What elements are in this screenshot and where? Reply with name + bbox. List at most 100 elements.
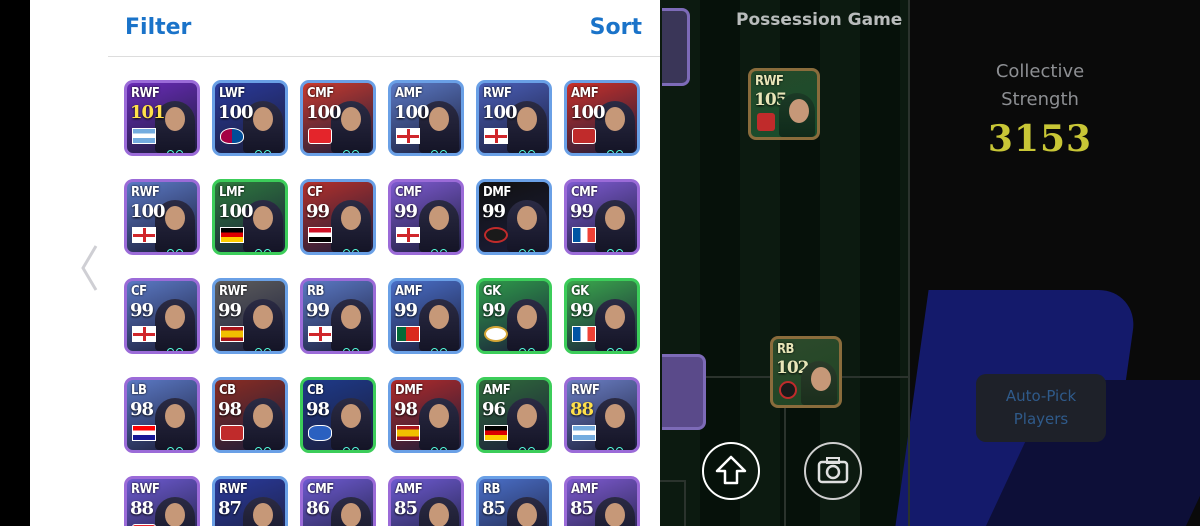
pitch-player-card-partial[interactable] xyxy=(662,8,690,86)
player-position: CF xyxy=(307,185,323,200)
player-card[interactable]: RWF 99 xyxy=(212,278,288,354)
player-card[interactable]: RWF 88 xyxy=(124,476,200,526)
club-badge-icon xyxy=(757,113,775,131)
card-status-icon xyxy=(431,340,457,351)
milan-badge-icon xyxy=(779,381,797,399)
player-card[interactable]: DMF 99 xyxy=(476,179,552,255)
player-card[interactable]: CMF 99 xyxy=(388,179,464,255)
player-card[interactable]: AMF 85 xyxy=(388,476,464,526)
player-portrait xyxy=(801,361,837,405)
player-card[interactable]: RB 85 xyxy=(476,476,552,526)
argentina-flag-icon xyxy=(572,425,596,441)
player-rating: 98 xyxy=(218,399,242,420)
spain-flag-icon xyxy=(220,326,244,342)
pitch-boundary-line xyxy=(908,0,910,526)
card-status-icon xyxy=(255,142,281,153)
auto-pick-players-button[interactable]: Auto-Pick Players xyxy=(976,374,1106,442)
england-flag-icon xyxy=(132,326,156,342)
player-card[interactable]: CF 99 xyxy=(124,278,200,354)
card-status-icon xyxy=(431,241,457,252)
player-card[interactable]: AMF 96 xyxy=(476,377,552,453)
player-position: CB xyxy=(307,383,324,398)
pitch-player-card-rb[interactable]: RB 102 xyxy=(770,336,842,408)
player-card[interactable]: LMF 100 xyxy=(212,179,288,255)
card-status-icon xyxy=(167,142,193,153)
player-rating: 85 xyxy=(394,498,418,519)
pitch-player-card-partial[interactable] xyxy=(662,354,706,430)
player-position: AMF xyxy=(395,284,423,299)
player-card[interactable]: LB 98 xyxy=(124,377,200,453)
player-portrait xyxy=(155,497,195,526)
filter-button[interactable]: Filter xyxy=(125,15,191,40)
player-card[interactable]: RWF 100 xyxy=(124,179,200,255)
player-position: RB xyxy=(307,284,324,299)
player-card[interactable]: LWF 100 xyxy=(212,80,288,156)
spain-flag-icon xyxy=(396,425,420,441)
chevron-left-icon[interactable] xyxy=(78,242,102,294)
barcelona-flag-icon xyxy=(220,128,244,144)
player-card[interactable]: CMF 86 xyxy=(300,476,376,526)
player-card[interactable]: CMF 99 xyxy=(564,179,640,255)
player-rating: 100 xyxy=(218,201,254,222)
player-card[interactable]: RWF 100 xyxy=(476,80,552,156)
player-card[interactable]: GK 99 xyxy=(476,278,552,354)
player-rating: 98 xyxy=(306,399,330,420)
card-status-icon xyxy=(255,340,281,351)
player-position: RB xyxy=(777,342,794,357)
player-card[interactable]: AMF 100 xyxy=(564,80,640,156)
player-card[interactable]: CB 98 xyxy=(300,377,376,453)
card-status-icon xyxy=(167,241,193,252)
france-flag-icon xyxy=(572,326,596,342)
player-rating: 98 xyxy=(130,399,154,420)
egypt-flag-icon xyxy=(308,227,332,243)
player-position: DMF xyxy=(483,185,511,200)
player-position: RWF xyxy=(571,383,600,398)
player-portrait xyxy=(595,497,635,526)
player-card[interactable]: AMF 85 xyxy=(564,476,640,526)
player-card[interactable]: RB 99 xyxy=(300,278,376,354)
card-status-icon xyxy=(519,142,545,153)
player-card[interactable]: AMF 100 xyxy=(388,80,464,156)
player-card[interactable]: RWF 87 xyxy=(212,476,288,526)
player-portrait xyxy=(507,497,547,526)
player-rating: 96 xyxy=(482,399,506,420)
player-position: GK xyxy=(571,284,589,299)
player-position: CMF xyxy=(307,482,334,497)
player-card[interactable]: RWF 101 xyxy=(124,80,200,156)
player-card[interactable]: DMF 98 xyxy=(388,377,464,453)
argentina-flag-icon xyxy=(132,128,156,144)
player-card[interactable]: CF 99 xyxy=(300,179,376,255)
card-status-icon xyxy=(343,241,369,252)
player-position: RWF xyxy=(131,482,160,497)
player-card[interactable]: CB 98 xyxy=(212,377,288,453)
camera-icon xyxy=(817,457,849,484)
player-rating: 99 xyxy=(306,300,330,321)
player-position: CB xyxy=(219,383,236,398)
player-position: RWF xyxy=(219,284,248,299)
player-rating: 100 xyxy=(570,102,606,123)
player-portrait xyxy=(779,93,815,137)
player-rating: 98 xyxy=(394,399,418,420)
camera-button[interactable] xyxy=(804,442,862,500)
player-portrait xyxy=(419,497,459,526)
collective-strength-line2: Strength xyxy=(1001,89,1079,110)
player-rating: 87 xyxy=(218,498,242,519)
upload-button[interactable] xyxy=(702,442,760,500)
player-rating: 99 xyxy=(394,201,418,222)
pitch-player-card-rwf[interactable]: RWF 105 xyxy=(748,68,820,140)
player-position: AMF xyxy=(395,86,423,101)
player-card[interactable]: GK 99 xyxy=(564,278,640,354)
england-flag-icon xyxy=(396,128,420,144)
player-card[interactable]: AMF 99 xyxy=(388,278,464,354)
player-rating: 99 xyxy=(482,300,506,321)
sort-button[interactable]: Sort xyxy=(590,15,642,40)
card-status-icon xyxy=(519,439,545,450)
player-position: AMF xyxy=(483,383,511,398)
card-status-icon xyxy=(255,439,281,450)
player-picker-panel: Filter Sort RWF 101 LWF 100 CMF 100 AMF 100 RWF 1… xyxy=(108,0,660,526)
player-position: RB xyxy=(483,482,500,497)
player-rating: 100 xyxy=(394,102,430,123)
collective-strength-label: Collective Strength xyxy=(960,58,1120,114)
player-card[interactable]: CMF 100 xyxy=(300,80,376,156)
player-card[interactable]: RWF 88 xyxy=(564,377,640,453)
